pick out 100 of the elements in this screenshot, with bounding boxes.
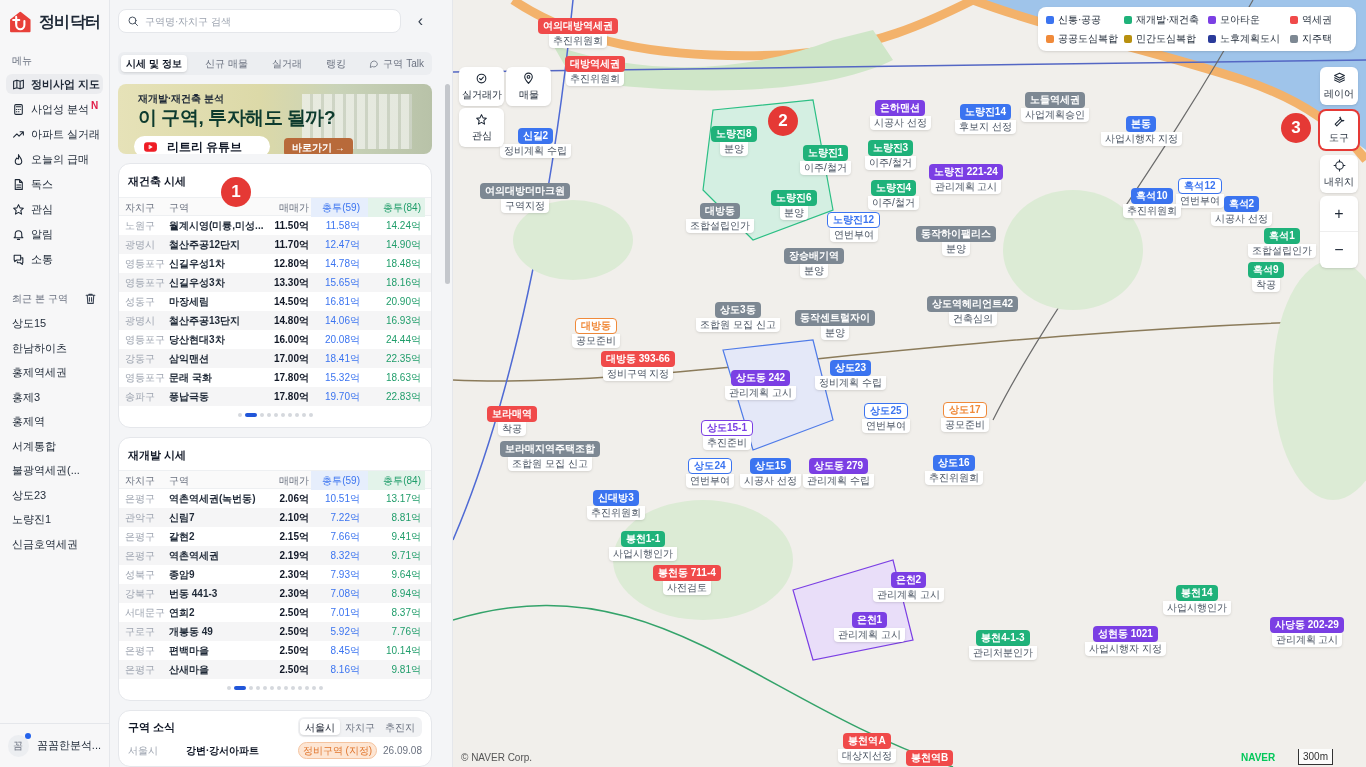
zone-name-tag[interactable]: 흑석9 [1248,262,1284,278]
table-cell-text: 은평구 [125,530,156,544]
panel-tab[interactable]: 구역 Talk [364,55,429,72]
zone-name-tag[interactable]: 은하맨션 [875,100,926,116]
panel-tab[interactable]: 랭킹 [320,55,351,72]
zone-name-tag[interactable]: 봉천14 [1176,585,1218,601]
zone-name-tag[interactable]: 봉천4-1-3 [976,630,1030,646]
recent-area-link[interactable]: 상도15 [12,314,97,334]
search-field[interactable]: 구역명·자치구 검색 [145,13,392,29]
zone-name-tag[interactable]: 노량진12 [827,212,881,228]
zone-name-tag[interactable]: 노량진14 [959,104,1011,120]
zone-name-tag[interactable]: 흑석1 [1264,228,1300,244]
zone-name-tag[interactable]: 노량진 221-24 [929,164,1003,180]
zone-name-tag[interactable]: 상도동 279 [808,458,869,474]
zone-name-tag[interactable]: 봉천동 711-4 [653,565,721,581]
recent-area-link[interactable]: 불광역세권(... [12,461,97,481]
zone-name-tag[interactable]: 상도16 [933,455,975,471]
zone-name-tag[interactable]: 상도23 [829,360,871,376]
zone-name-tag[interactable]: 대방역세권 [565,56,625,72]
go-button[interactable]: 바로가기 → [284,138,353,154]
map-quick-button[interactable]: 매물 [506,67,551,106]
zone-name-tag[interactable]: 봉천1-1 [620,531,666,547]
zone-name-tag[interactable]: 보라매지역주택조합 [500,441,600,457]
panel-tab[interactable]: 신규 매물 [200,55,254,72]
table-cell-text: 2.10억 [278,511,310,525]
table-cell-text: 성동구 [125,294,156,309]
user-avatar[interactable]: 꼼 [8,734,29,757]
zone-name-tag[interactable]: 노량진3 [867,140,914,156]
promo-banner[interactable]: 재개발·재건축 분석 이 구역, 투자해도 될까? 리트리 유튜브 바로가기 → [118,84,432,154]
recent-area-link[interactable]: 홍제역세권 [12,363,97,383]
search-box[interactable]: 구역명·자치구 검색 [118,9,401,33]
zone-name-tag[interactable]: 은천2 [890,572,927,588]
filter-tab[interactable]: 서울시 [300,719,340,735]
panel-tab[interactable]: 실거래 [266,55,307,72]
delete-button[interactable] [84,292,97,305]
zone-name-tag[interactable]: 흑석2 [1223,196,1260,212]
table-cell-text: 월계시영(미륭,미성... [169,218,265,233]
zone-name-tag[interactable]: 보라매역 [487,406,537,422]
sidebar-menu-item[interactable]: 알림 [6,224,103,244]
filter-tab[interactable]: 자치구 [340,719,380,735]
zone-name-tag[interactable]: 사당동 202-29 [1270,617,1344,633]
zone-status-label: 건축심의 [948,312,997,326]
zone-name-tag[interactable]: 노량진6 [771,190,817,206]
map-tool-button[interactable]: 내위치 [1320,155,1358,193]
zone-name-tag[interactable]: 노량진8 [711,126,757,142]
zone-name-tag[interactable]: 상도동 242 [730,370,791,386]
zone-name-tag[interactable]: 노량진4 [870,180,917,196]
map-quick-button[interactable]: 실거래가 [459,67,504,106]
recent-area-link[interactable]: 서계통합 [12,436,97,456]
zone-name-tag[interactable]: 상도15 [749,458,791,474]
youtube-channel-pill[interactable]: 리트리 유튜브 [134,136,270,154]
zone-name-tag[interactable]: 상도15-1 [701,420,753,436]
zone-name-tag[interactable]: 상도역헤리언트42 [927,296,1019,312]
zone-name-tag[interactable]: 여의대방역세권 [538,18,618,34]
zone-name-tag[interactable]: 신길2 [517,128,554,144]
zone-name-tag[interactable]: 상도17 [943,402,987,418]
panel-tab[interactable]: 시세 및 정보 [121,55,187,72]
recent-area-link[interactable]: 홍제역 [12,412,97,432]
zone-name-tag[interactable]: 대방동 [700,203,740,219]
zone-name-tag[interactable]: 동작하이팰리스 [916,226,996,242]
zone-name-tag[interactable]: 흑석12 [1178,178,1222,194]
zone-name-tag[interactable]: 동작센트럴자이 [795,310,875,326]
zone-name-tag[interactable]: 봉천역A [843,733,891,749]
recent-area-link[interactable]: 노량진1 [12,510,97,530]
news-title[interactable]: 강변·강서아파트 [186,743,298,758]
recent-area-link[interactable]: 상도23 [12,485,97,505]
sidebar-menu-item[interactable]: 아파트 실거래 [6,124,103,144]
zone-name-tag[interactable]: 은천1 [851,612,888,628]
zone-name-tag[interactable]: 대방동 [575,318,617,334]
recent-area-link[interactable]: 홍제3 [12,387,97,407]
filter-tab[interactable]: 추진지 [380,719,420,735]
sidebar-menu-item[interactable]: 사업성 분석 N [6,99,103,119]
sidebar-menu-item[interactable]: 관심 [6,199,103,219]
zone-name-tag[interactable]: 여의대방더마크원 [480,183,570,199]
recent-area-link[interactable]: 신금호역세권 [12,534,97,554]
zone-name-tag[interactable]: 상도24 [688,458,732,474]
zone-name-tag[interactable]: 신대방3 [593,490,639,506]
zone-name-tag[interactable]: 성현동 1021 [1092,626,1158,642]
recent-area-link[interactable]: 한남하이츠 [12,338,97,358]
sidebar-menu-item[interactable]: 소통 [6,249,103,269]
scrollbar-thumb[interactable] [445,84,450,284]
sidebar-menu-item[interactable]: 독스 [6,174,103,194]
sidebar-menu-item[interactable]: 정비사업 지도 [6,74,103,94]
zone-name-tag[interactable]: 상도3동 [715,302,761,318]
zone-name-tag[interactable]: 대방동 393-66 [601,351,675,367]
map-tool-button[interactable]: 레이어 [1320,67,1358,105]
collapse-button[interactable]: ‹ [408,13,432,29]
zone-name-tag[interactable]: 장승배기역 [784,248,844,264]
zoom-out-button[interactable]: − [1320,232,1358,268]
sidebar-menu-item[interactable]: 오늘의 급매 [6,149,103,169]
zone-name-tag[interactable]: 상도25 [864,403,908,419]
zoom-in-button[interactable]: + [1320,196,1358,232]
table-cell-text: 8.94억 [390,587,422,601]
map-quick-button[interactable]: 관심 [459,108,504,147]
zone-name-tag[interactable]: 노들역세권 [1025,92,1085,108]
map-tool-button[interactable]: 도구 [1320,111,1358,149]
zone-name-tag[interactable]: 흑석10 [1131,188,1173,204]
zone-name-tag[interactable]: 봉천역B [906,750,954,766]
zone-name-tag[interactable]: 본동 [1126,116,1157,132]
zone-name-tag[interactable]: 노량진1 [802,145,849,161]
